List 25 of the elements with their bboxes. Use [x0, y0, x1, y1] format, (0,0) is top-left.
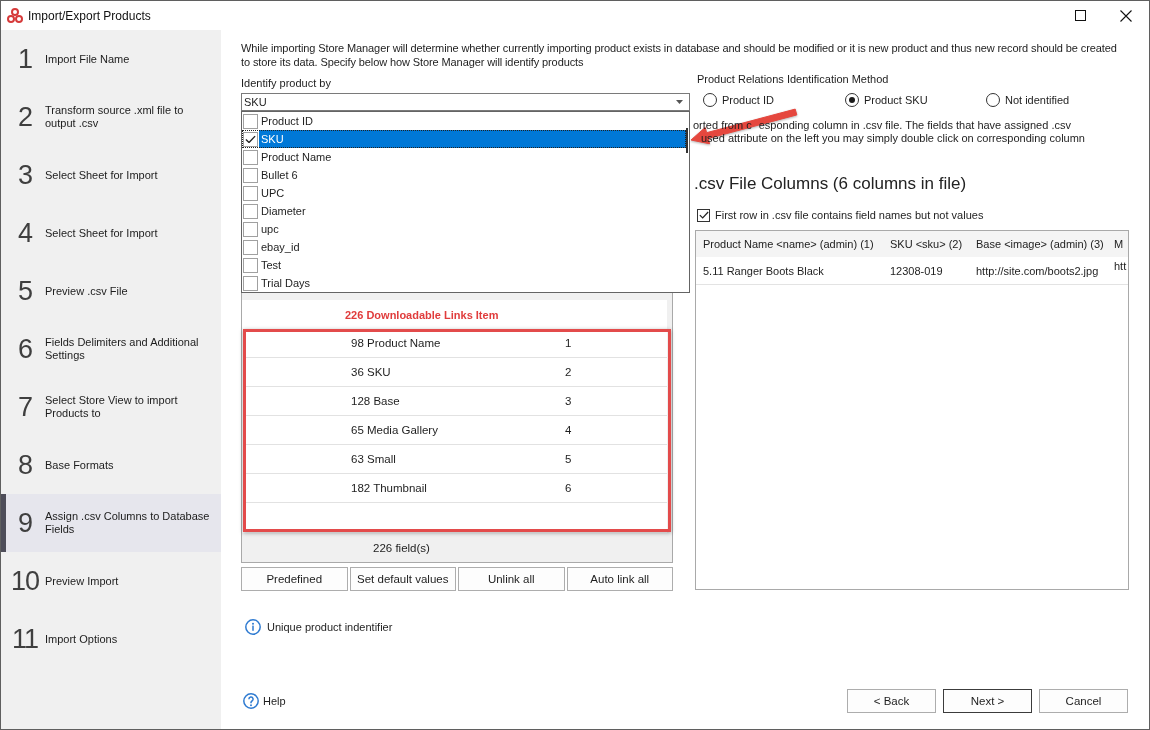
group-title: 226 Downloadable Links Item [345, 307, 499, 322]
table-cell: 3 [565, 394, 572, 408]
field-count: 226 field(s) [373, 540, 430, 555]
note-text: Unique product indentifier [267, 620, 393, 635]
table-cell: 4 [565, 423, 572, 437]
table-cell: 2 [565, 365, 572, 379]
table-cell: 5 [565, 452, 572, 466]
table-cell: 6 [565, 481, 572, 495]
table-cell: 1 [565, 336, 572, 350]
table-cell-text: htt [1113, 259, 1128, 274]
table-cell-text: 128 Base [350, 394, 401, 408]
table-cell-text: 5.11 Ranger Boots Black [702, 263, 825, 279]
table-cell-text: http://site.com/boots2.jpg [975, 263, 1100, 279]
table-cell-text: 98 Product Name [350, 336, 442, 350]
table-cell-text: 63 Small [350, 452, 397, 466]
section-heading: .csv File Columns (6 columns in file) [693, 174, 967, 194]
window-title: Import/Export Products [28, 8, 151, 23]
table-cell-text: 36 SKU [350, 365, 392, 379]
intro-text: While importing Store Manager will determine whether currently importing product exists in database and should be modified or it is new product and thus new record should be created to store its data. Specify below how Store Manager will identify products [241, 41, 1118, 69]
table-cell-text: 65 Media Gallery [350, 423, 439, 437]
section-label: Product Relations Identification Method [696, 72, 889, 86]
table-cell-text: 12308-019 [889, 263, 944, 279]
field-label: Identify product by [241, 76, 331, 90]
description-text: esponding column in .csv file. The fields that have assigned .csv [758, 119, 1071, 132]
table-cell-text: 182 Thumbnail [350, 481, 428, 495]
